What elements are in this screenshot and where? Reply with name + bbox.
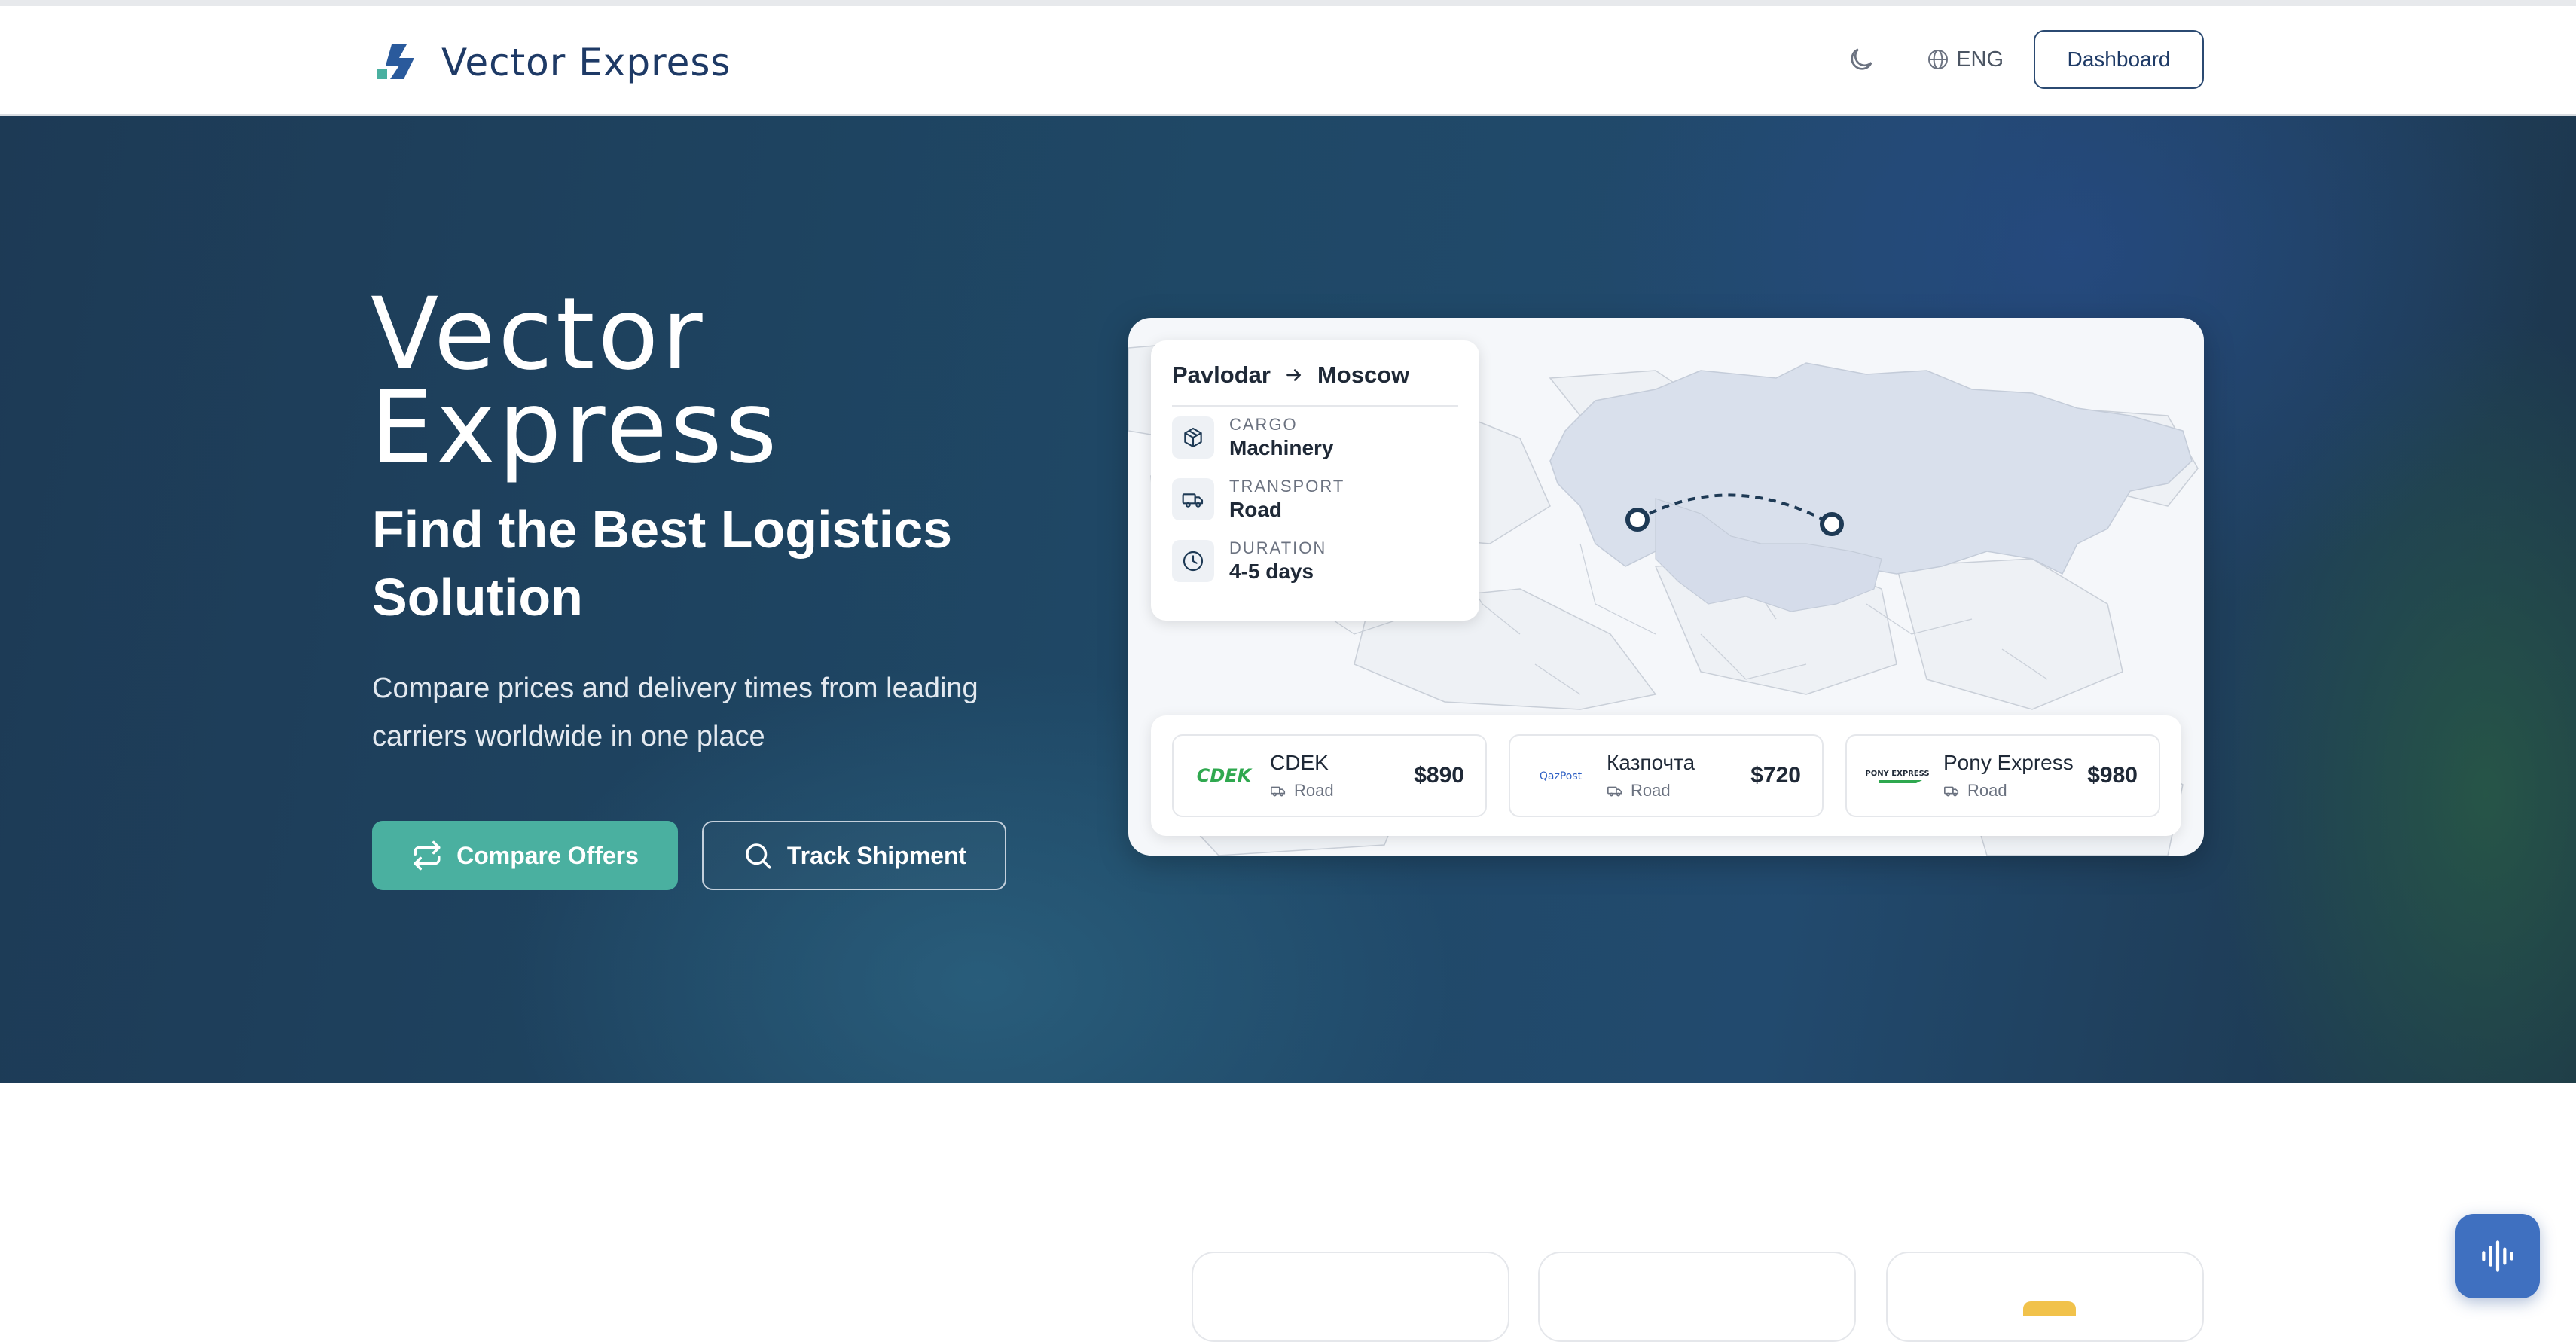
offer-transport-mode: Road bbox=[1270, 781, 1403, 801]
globe-icon bbox=[1928, 50, 1949, 69]
track-shipment-button[interactable]: Track Shipment bbox=[702, 821, 1006, 890]
language-switcher[interactable]: ENG bbox=[1926, 47, 2004, 72]
offer-price: $980 bbox=[2087, 763, 2138, 788]
pony-express-logo: PONY EXPRESS bbox=[1863, 761, 1931, 791]
swap-arrows-icon bbox=[414, 840, 441, 871]
language-label: ENG bbox=[1956, 47, 2004, 72]
hero-title-line2: Express bbox=[371, 370, 780, 486]
cdek-logo: CDEK bbox=[1190, 761, 1258, 791]
qazpost-logo: QazPost bbox=[1527, 761, 1595, 791]
duration-row: DURATION 4-5 days bbox=[1172, 530, 1458, 592]
cargo-row: CARGO Machinery bbox=[1172, 407, 1458, 468]
top-border bbox=[0, 0, 2576, 6]
compare-offers-button[interactable]: Compare Offers bbox=[372, 821, 678, 890]
offer-carrier-name: Казпочта bbox=[1607, 751, 1695, 774]
hero-title: Vector Express bbox=[371, 285, 898, 477]
carrier-offers-list: CDEK CDEK Road $890 QazPost Казпочта Roa… bbox=[1151, 715, 2181, 836]
offer-mode-label: Road bbox=[1294, 781, 1334, 800]
truck-icon bbox=[1607, 786, 1622, 797]
offer-card-kazpost[interactable]: QazPost Казпочта Road $720 bbox=[1509, 734, 1824, 817]
svg-text:PONY EXPRESS: PONY EXPRESS bbox=[1865, 770, 1929, 778]
route-map-card: Pavlodar Moscow CARGO Machinery TRANSPOR… bbox=[1128, 318, 2204, 856]
theme-toggle-moon-icon[interactable] bbox=[1846, 44, 1876, 75]
transport-label: TRANSPORT bbox=[1229, 477, 1345, 496]
truck-icon bbox=[1271, 786, 1286, 797]
brand-name: Vector Express bbox=[441, 41, 731, 84]
duration-label: DURATION bbox=[1229, 538, 1327, 557]
offer-transport-mode: Road bbox=[1943, 781, 2077, 801]
offer-mode-label: Road bbox=[1631, 781, 1671, 800]
route-destination: Moscow bbox=[1317, 361, 1410, 388]
feature-card bbox=[1886, 1252, 2204, 1342]
truck-icon bbox=[1944, 786, 1959, 797]
compare-offers-label: Compare Offers bbox=[456, 841, 639, 869]
sound-wave-icon bbox=[2482, 1240, 2513, 1272]
offer-carrier-name: CDEK bbox=[1270, 751, 1329, 774]
hero-section: Vector Express Find the Best Logistics S… bbox=[0, 116, 2576, 1083]
svg-text:QazPost: QazPost bbox=[1540, 770, 1583, 782]
dashboard-button[interactable]: Dashboard bbox=[2034, 30, 2204, 89]
search-icon bbox=[746, 843, 771, 869]
logo-mark-icon bbox=[377, 44, 414, 79]
hero-subtitle: Find the Best Logistics Solution bbox=[372, 500, 953, 627]
cargo-label: CARGO bbox=[1229, 415, 1298, 434]
offer-price: $890 bbox=[1414, 763, 1464, 788]
cargo-value: Machinery bbox=[1229, 436, 1334, 459]
route-origin: Pavlodar bbox=[1172, 361, 1271, 388]
offer-price: $720 bbox=[1750, 763, 1801, 788]
duration-value: 4-5 days bbox=[1229, 560, 1314, 583]
header-actions: ENG Dashboard bbox=[1846, 30, 2204, 89]
svg-text:CDEK: CDEK bbox=[1197, 765, 1253, 786]
clock-icon bbox=[1172, 540, 1214, 582]
route-header: Pavlodar Moscow bbox=[1172, 358, 1458, 407]
package-icon bbox=[1172, 416, 1214, 459]
brand-logo[interactable]: Vector Express bbox=[374, 39, 731, 86]
feature-card bbox=[1192, 1252, 1509, 1342]
site-header: Vector Express ENG Dashboard bbox=[0, 6, 2576, 116]
route-details-panel: Pavlodar Moscow CARGO Machinery TRANSPOR… bbox=[1151, 340, 1479, 621]
offer-card-pony-express[interactable]: PONY EXPRESS Pony Express Road $980 bbox=[1845, 734, 2160, 817]
offer-transport-mode: Road bbox=[1607, 781, 1740, 801]
transport-row: TRANSPORT Road bbox=[1172, 468, 1458, 530]
arrow-right-icon bbox=[1286, 369, 1302, 381]
offer-card-cdek[interactable]: CDEK CDEK Road $890 bbox=[1172, 734, 1487, 817]
truck-icon bbox=[1172, 478, 1214, 520]
transport-value: Road bbox=[1229, 498, 1282, 521]
track-shipment-label: Track Shipment bbox=[786, 841, 967, 869]
voice-assistant-button[interactable] bbox=[2455, 1214, 2540, 1298]
feature-card bbox=[1538, 1252, 1856, 1342]
offer-mode-label: Road bbox=[1967, 781, 2007, 800]
offer-carrier-name: Pony Express bbox=[1943, 751, 2074, 774]
feature-card-icon bbox=[2023, 1301, 2076, 1316]
hero-description: Compare prices and delivery times from l… bbox=[372, 673, 978, 752]
